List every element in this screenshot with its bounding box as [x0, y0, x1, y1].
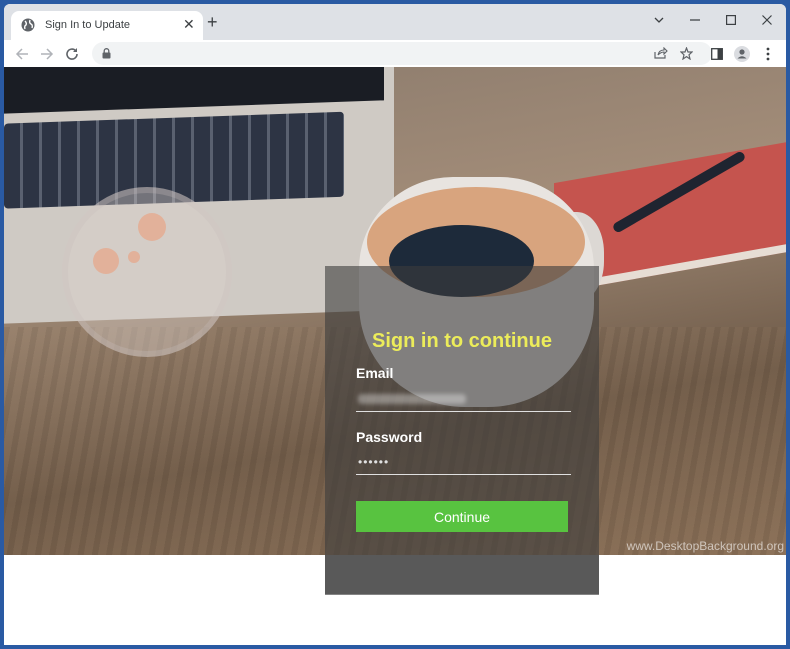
plus-icon[interactable]: +: [207, 13, 218, 31]
browser-window: Sign In to Update ✕ + www.DesktopBackgro…: [4, 4, 786, 645]
password-label: Password: [356, 429, 423, 445]
chevron-down-icon[interactable]: [644, 8, 674, 32]
close-icon[interactable]: ✕: [183, 16, 195, 32]
laptop-screen: [4, 67, 384, 114]
tab-title: Sign In to Update: [45, 19, 131, 31]
lock-icon[interactable]: [102, 48, 111, 59]
reload-icon[interactable]: [62, 44, 82, 64]
email-value-blurred: [358, 394, 466, 404]
tab-strip: Sign In to Update ✕ +: [4, 4, 786, 40]
share-icon[interactable]: [652, 44, 670, 62]
back-icon[interactable]: [12, 44, 32, 64]
browser-toolbar: [4, 40, 786, 68]
password-field[interactable]: ••••••: [356, 451, 571, 475]
window-close-icon[interactable]: [752, 8, 782, 32]
signin-title: Sign in to continue: [372, 330, 552, 352]
email-field[interactable]: [356, 388, 571, 412]
tab-active[interactable]: Sign In to Update ✕: [11, 11, 203, 40]
watermark-dot: [138, 213, 166, 241]
background-credit: www.DesktopBackground.org: [626, 539, 784, 553]
minimize-icon[interactable]: [680, 8, 710, 32]
page-content: www.DesktopBackground.org Sign in to con…: [4, 67, 786, 645]
address-bar[interactable]: [92, 42, 712, 65]
globe-icon: [21, 18, 35, 32]
watermark-dot: [93, 248, 119, 274]
side-panel-icon[interactable]: [708, 45, 726, 63]
watermark-logo: [62, 187, 232, 357]
profile-icon[interactable]: [733, 45, 751, 63]
forward-icon[interactable]: [37, 44, 57, 64]
signin-panel: Sign in to continue Email Password •••••…: [325, 266, 599, 594]
watermark-dot: [128, 251, 140, 263]
email-label: Email: [356, 365, 394, 381]
continue-button[interactable]: Continue: [356, 501, 568, 532]
star-icon[interactable]: [677, 44, 695, 62]
maximize-icon[interactable]: [716, 8, 746, 32]
menu-icon[interactable]: [759, 45, 777, 63]
